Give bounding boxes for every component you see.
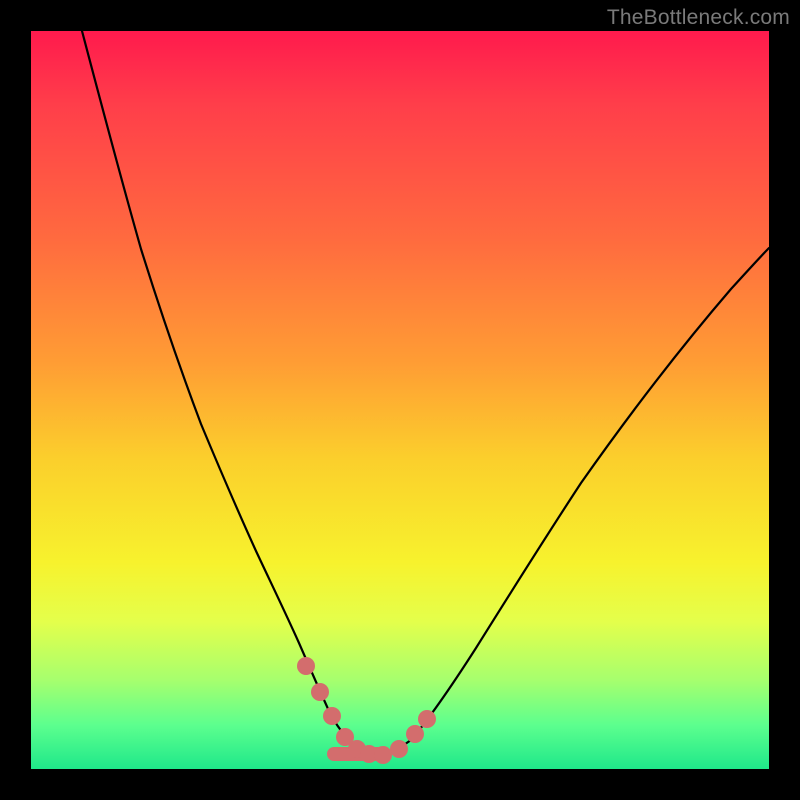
marker-dot (297, 657, 315, 675)
plot-area (31, 31, 769, 769)
marker-flat-bar (327, 747, 391, 761)
marker-dot (406, 725, 424, 743)
watermark-text: TheBottleneck.com (607, 6, 790, 30)
marker-dot (418, 710, 436, 728)
chart-frame: TheBottleneck.com (0, 0, 800, 800)
marker-dot (390, 740, 408, 758)
bottleneck-curve (82, 31, 769, 754)
marker-dot (323, 707, 341, 725)
marker-dot (360, 745, 378, 763)
marker-dot (374, 746, 392, 764)
marker-dot (348, 740, 366, 758)
curve-layer (31, 31, 769, 769)
marker-dot (311, 683, 329, 701)
marker-dot (336, 728, 354, 746)
